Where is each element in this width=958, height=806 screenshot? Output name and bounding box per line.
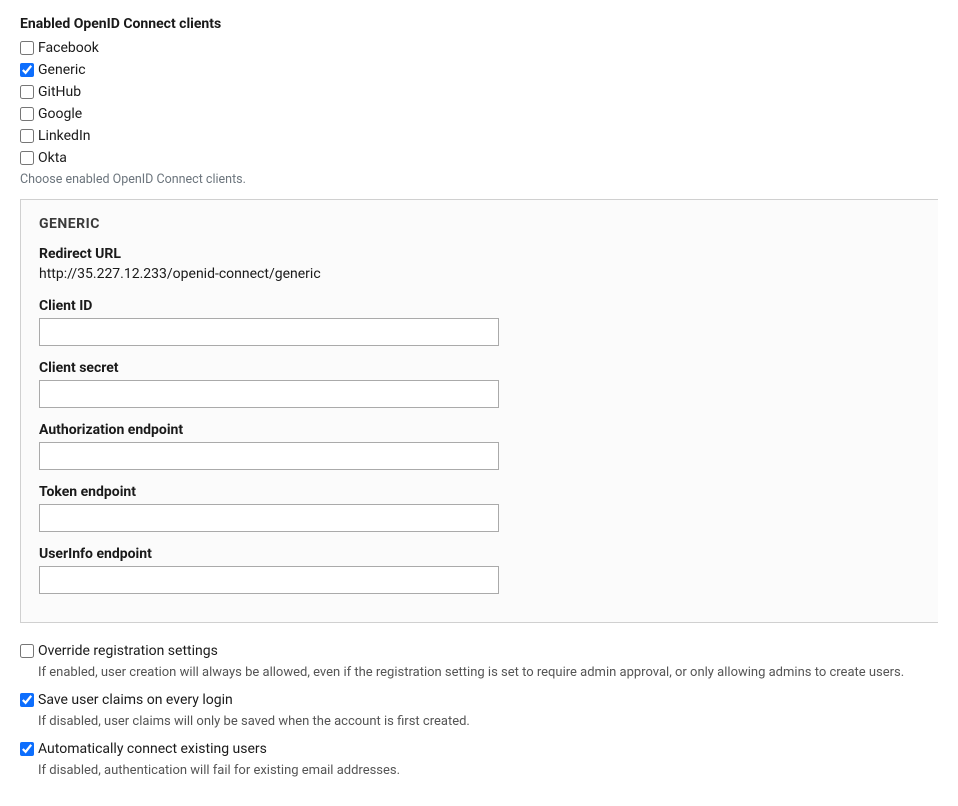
auto-connect-help: If disabled, authentication will fail fo… — [38, 763, 938, 778]
redirect-url-label: Redirect URL — [39, 246, 920, 262]
userinfo-endpoint-input[interactable] — [39, 566, 499, 594]
client-row-linkedin: LinkedIn — [20, 128, 938, 144]
section-heading: Enabled OpenID Connect clients — [20, 16, 938, 32]
option-override: Override registration settings If enable… — [20, 643, 938, 680]
token-endpoint-label: Token endpoint — [39, 484, 920, 500]
client-row-facebook: Facebook — [20, 40, 938, 56]
client-checkbox-generic[interactable] — [20, 63, 34, 77]
client-checkbox-linkedin[interactable] — [20, 129, 34, 143]
save-claims-label[interactable]: Save user claims on every login — [38, 692, 233, 708]
auth-endpoint-input[interactable] — [39, 442, 499, 470]
auto-connect-checkbox[interactable] — [20, 742, 34, 756]
clients-help-text: Choose enabled OpenID Connect clients. — [20, 172, 938, 187]
token-endpoint-input[interactable] — [39, 504, 499, 532]
client-secret-input[interactable] — [39, 380, 499, 408]
client-label-github[interactable]: GitHub — [38, 84, 81, 100]
save-claims-checkbox[interactable] — [20, 693, 34, 707]
client-checkbox-google[interactable] — [20, 107, 34, 121]
client-checkbox-okta[interactable] — [20, 151, 34, 165]
client-id-label: Client ID — [39, 298, 920, 314]
client-row-generic: Generic — [20, 62, 938, 78]
client-label-generic[interactable]: Generic — [38, 62, 86, 78]
client-row-okta: Okta — [20, 150, 938, 166]
client-label-google[interactable]: Google — [38, 106, 82, 122]
client-label-facebook[interactable]: Facebook — [38, 40, 99, 56]
panel-title: GENERIC — [39, 216, 920, 232]
override-help: If enabled, user creation will always be… — [38, 665, 938, 680]
auth-endpoint-label: Authorization endpoint — [39, 422, 920, 438]
client-row-google: Google — [20, 106, 938, 122]
client-label-okta[interactable]: Okta — [38, 150, 67, 166]
option-auto-connect: Automatically connect existing users If … — [20, 741, 938, 778]
userinfo-endpoint-label: UserInfo endpoint — [39, 546, 920, 562]
override-checkbox[interactable] — [20, 644, 34, 658]
option-save-claims: Save user claims on every login If disab… — [20, 692, 938, 729]
client-checkbox-facebook[interactable] — [20, 41, 34, 55]
generic-panel: GENERIC Redirect URL http://35.227.12.23… — [20, 199, 938, 623]
client-row-github: GitHub — [20, 84, 938, 100]
save-claims-help: If disabled, user claims will only be sa… — [38, 714, 938, 729]
auto-connect-label[interactable]: Automatically connect existing users — [38, 741, 267, 757]
client-secret-label: Client secret — [39, 360, 920, 376]
client-checkbox-github[interactable] — [20, 85, 34, 99]
client-id-input[interactable] — [39, 318, 499, 346]
override-label[interactable]: Override registration settings — [38, 643, 218, 659]
redirect-url-value: http://35.227.12.233/openid-connect/gene… — [39, 266, 920, 282]
client-label-linkedin[interactable]: LinkedIn — [38, 128, 91, 144]
